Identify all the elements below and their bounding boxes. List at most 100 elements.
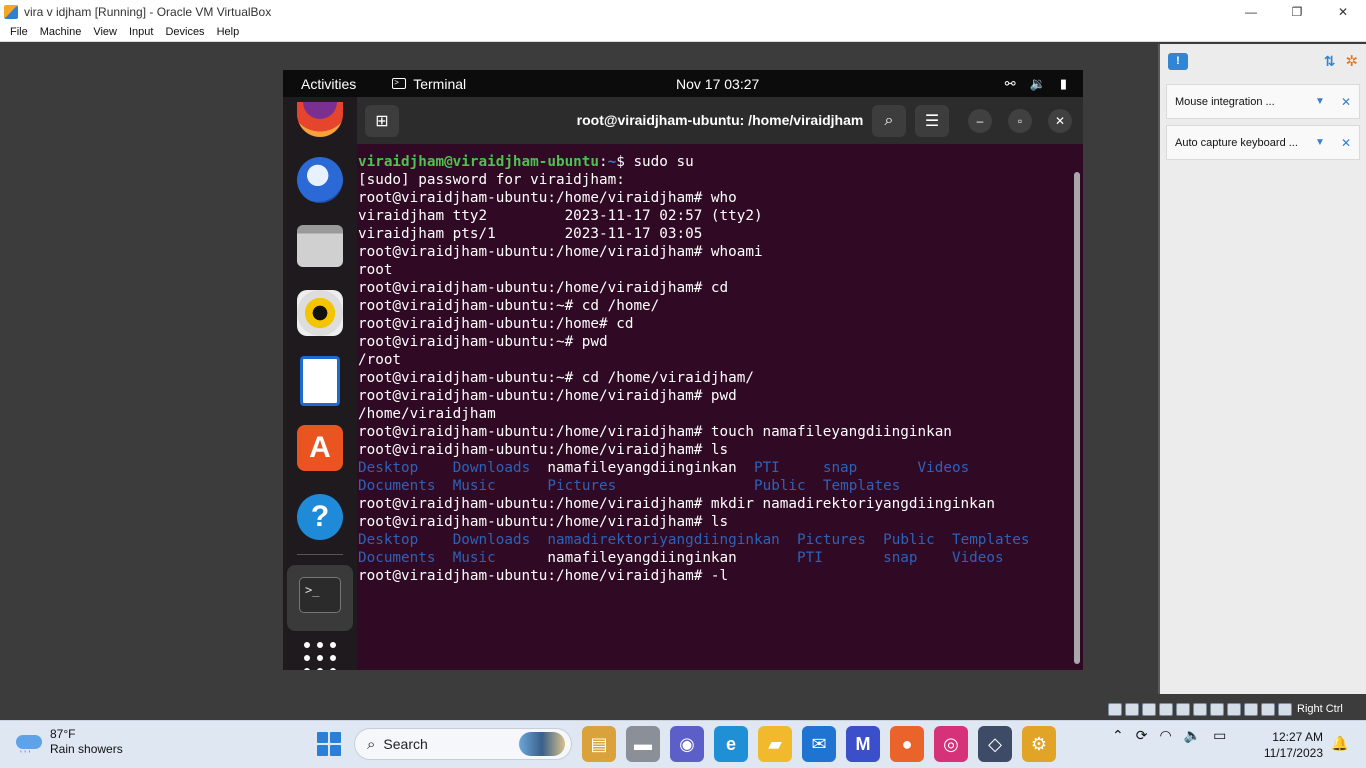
clock[interactable]: Nov 17 03:27 — [676, 76, 759, 92]
help-icon[interactable]: ? — [297, 494, 343, 540]
weather-widget[interactable]: ' ' ' 87°F Rain showers — [14, 727, 123, 759]
close-icon[interactable]: ✕ — [1341, 136, 1351, 150]
terminal-text: root@viraidjham-ubuntu:/home/viraidjham#… — [358, 388, 737, 404]
sort-icon[interactable]: ⇅ — [1324, 53, 1336, 70]
minimize-button[interactable]: – — [968, 109, 992, 133]
firefox-icon[interactable] — [297, 102, 343, 137]
terminal-text: root@viraidjham-ubuntu:/home/viraidjham#… — [358, 190, 737, 206]
directory-name: Downloads — [452, 532, 531, 548]
keyboard-icon[interactable] — [1278, 702, 1292, 716]
directory-name: Templates — [951, 532, 1030, 548]
menu-file[interactable]: File — [4, 26, 34, 38]
battery-icon[interactable]: ▭ — [1213, 727, 1226, 744]
close-button[interactable]: ✕ — [1048, 109, 1072, 133]
settings-icon[interactable]: ✲ — [1345, 52, 1358, 70]
folder-app-icon[interactable]: ▰ — [758, 726, 792, 762]
terminal-output[interactable]: viraidjham@viraidjham-ubuntu:~$ sudo su[… — [357, 144, 1075, 670]
chevron-up-icon[interactable]: ⌃ — [1112, 727, 1124, 744]
thunderbird-icon[interactable] — [297, 157, 343, 203]
maximize-button[interactable]: ❐ — [1274, 0, 1320, 23]
close-icon[interactable]: ✕ — [1341, 95, 1351, 109]
virtualbox-app-icon[interactable]: ◇ — [978, 726, 1012, 762]
teams-app-icon[interactable]: ◉ — [670, 726, 704, 762]
network-adapter-icon[interactable] — [1159, 702, 1173, 716]
firefox-app-icon[interactable]: ● — [890, 726, 924, 762]
terminal-text: root — [358, 262, 393, 278]
close-button[interactable]: ✕ — [1320, 0, 1366, 23]
activities-button[interactable]: Activities — [301, 76, 356, 92]
directory-name: PTI — [753, 460, 780, 476]
hamburger-menu-button[interactable]: ☰ — [915, 105, 949, 137]
menu-input[interactable]: Input — [123, 26, 159, 38]
directory-name: Music — [452, 550, 496, 566]
libreoffice-writer-icon[interactable] — [300, 356, 340, 406]
app-center-icon[interactable]: A — [297, 425, 343, 471]
menu-machine[interactable]: Machine — [34, 26, 88, 38]
volume-icon: 🔉 — [1029, 76, 1046, 91]
dock-terminal-active[interactable]: >_ — [287, 565, 353, 631]
mail-app-icon[interactable]: ✉ — [802, 726, 836, 762]
search-input[interactable]: ⌕ Search — [354, 728, 572, 760]
menu-help[interactable]: Help — [211, 26, 246, 38]
mouse-integration-icon[interactable] — [1261, 702, 1275, 716]
edge-app-icon[interactable]: e — [714, 726, 748, 762]
terminal-text: root@viraidjham-ubuntu:/home/viraidjham#… — [358, 496, 995, 512]
photos-app-icon[interactable]: ▤ — [582, 726, 616, 762]
terminal-icon: >_ — [299, 577, 341, 613]
terminal-line: root@viraidjham-ubuntu:/home/viraidjham#… — [358, 243, 1075, 261]
minimize-button[interactable]: — — [1228, 0, 1274, 23]
menu-devices[interactable]: Devices — [159, 26, 210, 38]
terminal-line: /home/viraidjham — [358, 405, 1075, 423]
message-icon[interactable]: ! — [1168, 52, 1188, 70]
maximize-button[interactable]: ▫ — [1008, 109, 1032, 133]
terminal-line: /root — [358, 351, 1075, 369]
audio-icon[interactable] — [1142, 702, 1156, 716]
gnome-top-bar: Activities > Terminal Nov 17 03:27 ⚯ 🔉 ▮ — [283, 70, 1083, 97]
terminal-window[interactable]: ⊞ root@viraidjham-ubuntu: /home/viraidjh… — [357, 97, 1083, 670]
start-button[interactable] — [312, 726, 346, 762]
optical-drive-icon[interactable] — [1125, 702, 1139, 716]
app-menu[interactable]: > Terminal — [392, 76, 466, 92]
show-apps-icon[interactable] — [304, 642, 336, 670]
clock[interactable]: 12:27 AM 11/17/2023 — [1259, 729, 1323, 761]
notification-item[interactable]: Auto capture keyboard ... ▼ ✕ — [1166, 125, 1360, 160]
terminal-line: root@viraidjham-ubuntu:/home# cd — [358, 315, 1075, 333]
hard-disk-icon[interactable] — [1108, 702, 1122, 716]
recording-icon[interactable] — [1227, 702, 1241, 716]
usb-icon[interactable] — [1176, 702, 1190, 716]
directory-name: snap — [883, 550, 918, 566]
rhythmbox-icon[interactable] — [297, 290, 343, 336]
app-tile-icon[interactable]: M — [846, 726, 880, 762]
file-explorer-app-icon[interactable]: ▬ — [626, 726, 660, 762]
notification-bell-icon[interactable]: 🔔 — [1331, 735, 1348, 752]
wifi-icon[interactable]: ◠ — [1159, 727, 1171, 744]
display-icon[interactable] — [1210, 702, 1224, 716]
instagram-app-icon[interactable]: ◎ — [934, 726, 968, 762]
vbox-titlebar: vira v idjham [Running] - Oracle VM Virt… — [0, 0, 1366, 23]
pin-icon[interactable]: ▼ — [1315, 137, 1325, 148]
terminal-line: Documents Music Pictures Public Template… — [358, 477, 1075, 495]
notification-item[interactable]: Mouse integration ... ▼ ✕ — [1166, 84, 1360, 119]
network-icon: ⚯ — [1004, 76, 1016, 91]
terminal-line: root@viraidjham-ubuntu:/home/viraidjham#… — [358, 441, 1075, 459]
sync-icon[interactable]: ⟳ — [1136, 727, 1148, 744]
guest-display[interactable]: Activities > Terminal Nov 17 03:27 ⚯ 🔉 ▮… — [283, 70, 1083, 670]
shared-folders-icon[interactable] — [1193, 702, 1207, 716]
volume-icon[interactable]: 🔈 — [1184, 727, 1201, 744]
cpu-icon[interactable] — [1244, 702, 1258, 716]
system-tray[interactable]: ⚯ 🔉 ▮ — [1005, 76, 1067, 92]
pin-icon[interactable]: ▼ — [1315, 96, 1325, 107]
scrollbar[interactable] — [1074, 172, 1080, 664]
menu-view[interactable]: View — [87, 26, 123, 38]
directory-name: Videos — [917, 460, 970, 476]
terminal-line: Desktop Downloads namafileyangdiinginkan… — [358, 459, 1075, 477]
search-button[interactable]: ⌕ — [872, 105, 906, 137]
app-tile-2-icon[interactable]: ⚙ — [1022, 726, 1056, 762]
files-icon[interactable] — [297, 225, 343, 267]
directory-name: Desktop — [358, 460, 419, 476]
